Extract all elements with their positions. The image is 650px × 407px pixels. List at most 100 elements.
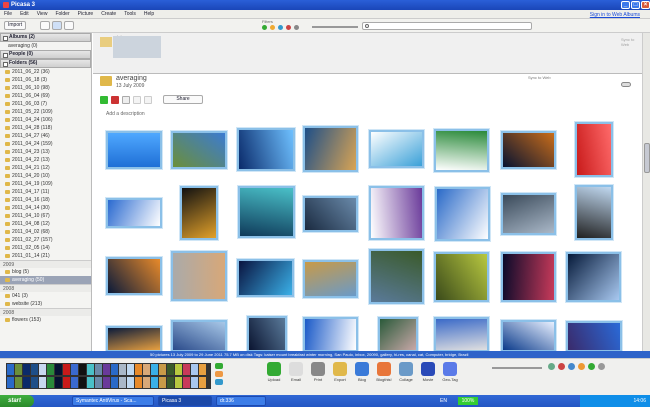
folder-title[interactable]: averaging	[116, 75, 147, 82]
photo-thumbnail[interactable]	[434, 252, 489, 302]
photo-thumbnail[interactable]	[435, 187, 490, 241]
albums-section[interactable]: Albums (2)	[0, 33, 91, 42]
tray-thumbnail[interactable]	[127, 364, 134, 375]
folder-item[interactable]: 2011_06_18 (3)	[0, 76, 91, 84]
photo-thumbnail[interactable]	[369, 249, 424, 304]
language-indicator[interactable]: EN	[440, 398, 447, 404]
folder-item-041[interactable]: 041 (3)	[0, 292, 91, 300]
photo-thumbnail[interactable]	[171, 131, 227, 169]
people-icon[interactable]	[568, 363, 575, 370]
tray-thumbnail[interactable]	[159, 376, 166, 388]
photo-thumbnail[interactable]	[237, 128, 295, 171]
task-dr336[interactable]: dr.336	[216, 396, 266, 406]
tray-thumbnail[interactable]	[79, 376, 86, 388]
photo-thumbnail[interactable]	[106, 198, 162, 228]
photo-thumbnail[interactable]	[566, 321, 622, 352]
tray-thumbnail[interactable]	[151, 364, 158, 375]
folder-item[interactable]: 2011_06_10 (98)	[0, 84, 91, 92]
photo-thumbnail[interactable]	[171, 320, 227, 352]
folder-item[interactable]: 2011_04_17 (11)	[0, 188, 91, 196]
upload-button[interactable]: Upload	[265, 362, 283, 382]
folder-item[interactable]: 2011_02_27 (157)	[0, 236, 91, 244]
view-list-button[interactable]	[40, 21, 50, 30]
filter-geo-icon[interactable]	[294, 25, 299, 30]
scrollbar-thumb[interactable]	[644, 143, 650, 173]
main-scrollbar[interactable]	[642, 33, 650, 351]
blogthis-button[interactable]: Blogthis!	[375, 362, 393, 382]
thumbnail-caption-icon[interactable]	[548, 363, 555, 370]
task-symantec[interactable]: Symantec AntiVirus - Sca...	[72, 396, 154, 406]
photo-thumbnail[interactable]	[303, 260, 358, 298]
tray-thumbnail[interactable]	[55, 364, 62, 375]
edit-icon[interactable]	[133, 96, 141, 104]
tray-thumbnail[interactable]	[199, 364, 206, 375]
tray-thumbnail[interactable]	[111, 364, 118, 375]
tray-thumbnail[interactable]	[23, 376, 30, 388]
filter-video-icon[interactable]	[278, 25, 283, 30]
folder-item[interactable]: 2011_04_10 (67)	[0, 212, 91, 220]
tray-thumbnail[interactable]	[199, 376, 206, 388]
tray-thumbnail[interactable]	[79, 364, 86, 375]
tray-thumbnail[interactable]	[39, 376, 46, 388]
filter-upload-icon[interactable]	[270, 25, 275, 30]
photo-thumbnail[interactable]	[434, 317, 489, 352]
clear-icon[interactable]	[215, 371, 223, 377]
folder-item-blog[interactable]: blog (5)	[0, 268, 91, 276]
task-picasa[interactable]: Picasa 3	[158, 396, 212, 406]
photo-thumbnail[interactable]	[303, 196, 358, 232]
photo-thumbnail[interactable]	[575, 122, 613, 177]
add-to-album-icon[interactable]	[215, 379, 223, 385]
star-icon[interactable]	[558, 363, 565, 370]
folder-item[interactable]: 2011_02_05 (14)	[0, 244, 91, 252]
tray-thumbnail[interactable]	[47, 376, 54, 388]
photo-thumbnail[interactable]	[171, 251, 227, 301]
tray-thumbnail[interactable]	[135, 364, 142, 375]
photo-thumbnail[interactable]	[237, 259, 294, 297]
collage-icon[interactable]	[111, 96, 119, 104]
menu-view[interactable]: View	[37, 11, 48, 17]
folder-item[interactable]: 2011_04_24 (159)	[0, 140, 91, 148]
photo-thumbnail[interactable]	[180, 186, 218, 240]
menu-tools[interactable]: Tools	[124, 11, 136, 17]
folder-item[interactable]: 2011_04_28 (118)	[0, 124, 91, 132]
tray-thumbnail[interactable]	[111, 376, 118, 388]
photo-thumbnail[interactable]	[575, 185, 613, 240]
photo-thumbnail[interactable]	[247, 316, 287, 352]
tray-thumbnail[interactable]	[119, 376, 126, 388]
photo-thumbnail[interactable]	[106, 326, 162, 352]
folder-item[interactable]: 2011_04_22 (13)	[0, 156, 91, 164]
photo-thumbnail[interactable]	[501, 252, 556, 302]
photo-thumbnail[interactable]	[501, 131, 556, 169]
photo-thumbnail[interactable]	[434, 129, 489, 172]
tray-thumbnail[interactable]	[151, 376, 158, 388]
photo-thumbnail[interactable]	[369, 186, 424, 240]
maximize-button[interactable]: □	[631, 1, 640, 9]
album-item[interactable]: averaging (0)	[0, 42, 91, 50]
view-timeline-button[interactable]	[64, 21, 74, 30]
start-button[interactable]: start	[0, 395, 34, 407]
zoom-slider[interactable]	[492, 367, 542, 369]
tray-thumbnail[interactable]	[39, 364, 46, 375]
collage-button[interactable]: Collage	[397, 362, 415, 382]
folder-item[interactable]: 2011_04_24 (106)	[0, 116, 91, 124]
tray-thumbnail[interactable]	[103, 364, 110, 375]
photo-thumbnail[interactable]	[303, 126, 358, 172]
folder-item[interactable]: 2011_06_04 (69)	[0, 92, 91, 100]
tray-thumbnail[interactable]	[95, 364, 102, 375]
tray-thumbnail[interactable]	[159, 364, 166, 375]
tray-thumbnail[interactable]	[103, 376, 110, 388]
tray-thumbnail[interactable]	[7, 364, 14, 375]
close-button[interactable]: ×	[641, 1, 650, 9]
tray-thumbnail[interactable]	[31, 364, 38, 375]
photo-thumbnail[interactable]	[566, 252, 621, 302]
sign-in-link[interactable]: Sign in to Web Albums	[590, 12, 640, 18]
import-button[interactable]: Import	[4, 21, 27, 30]
folder-item-averaging[interactable]: averaging (50)	[0, 276, 91, 284]
filter-slider[interactable]	[312, 26, 358, 28]
tray-thumbnail[interactable]	[183, 376, 190, 388]
prev-folder-thumb[interactable]	[113, 36, 161, 58]
folder-item[interactable]: 2011_04_16 (18)	[0, 196, 91, 204]
tray-thumbnail[interactable]	[143, 364, 150, 375]
tray-thumbnail[interactable]	[119, 364, 126, 375]
photo-thumbnail[interactable]	[501, 320, 556, 352]
